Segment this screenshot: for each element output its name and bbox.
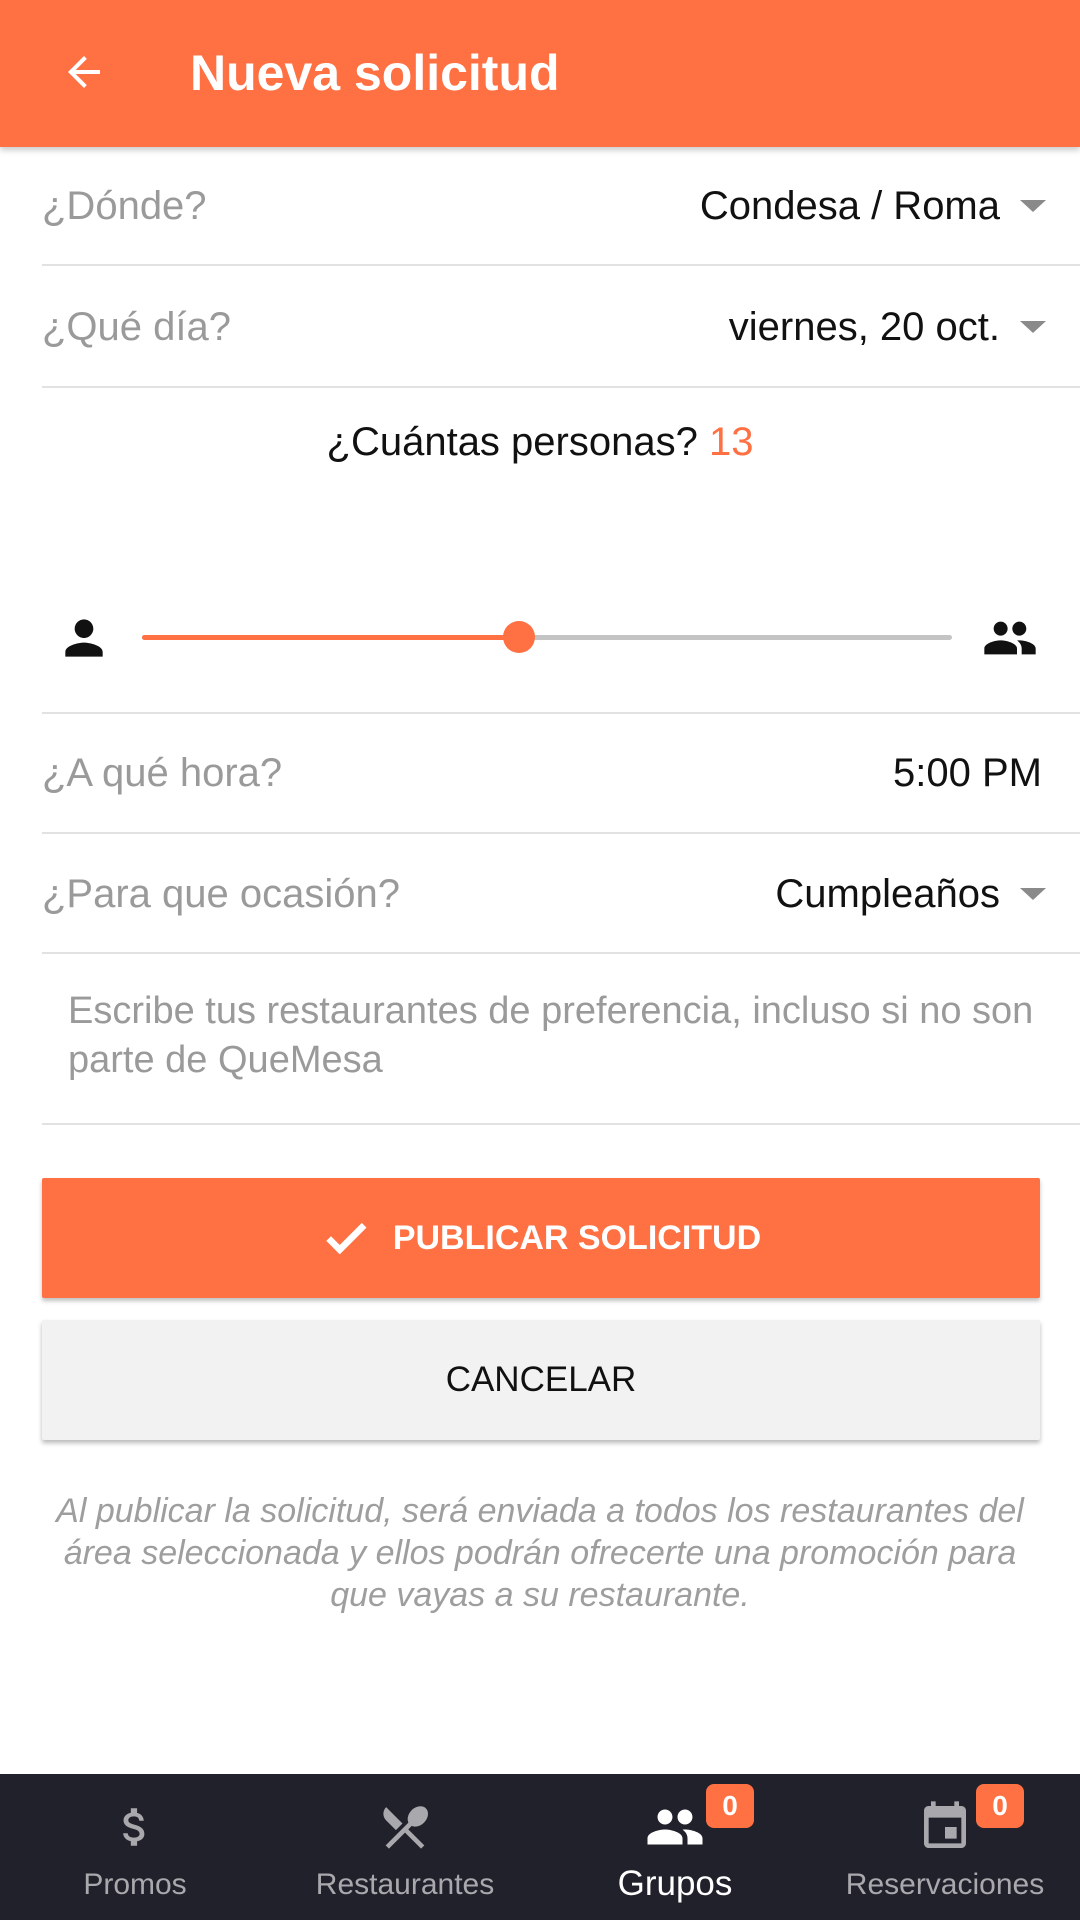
dropdown-arrow-icon <box>1020 888 1046 900</box>
location-value: Condesa / Roma <box>699 183 1000 228</box>
nav-item-grupos[interactable]: 0 Grupos <box>540 1774 810 1920</box>
people-count: 13 <box>708 420 754 464</box>
group-icon <box>540 1796 810 1858</box>
disclaimer-text: Al publicar la solicitud, será enviada a… <box>56 1492 1024 1614</box>
time-value: 5:00 PM <box>893 750 1042 795</box>
bottom-navigation: Promos Restaurantes 0 Grupos 0 Reservaci… <box>0 1774 1080 1920</box>
back-button[interactable] <box>52 40 116 104</box>
people-slider[interactable] <box>142 621 952 653</box>
reservaciones-badge: 0 <box>976 1784 1024 1828</box>
people-question: ¿Cuántas personas? 13 <box>0 420 1080 465</box>
grupos-badge: 0 <box>706 1784 754 1828</box>
page-title: Nueva solicitud <box>190 45 560 101</box>
day-label: ¿Qué día? <box>42 304 232 349</box>
dropdown-arrow-icon <box>1020 321 1046 333</box>
nav-label-reservaciones: Reservaciones <box>845 1868 1045 1901</box>
app-bar: Nueva solicitud <box>0 0 1080 147</box>
time-label: ¿A qué hora? <box>42 750 283 795</box>
person-icon <box>65 619 103 657</box>
nav-label-promos: Promos <box>83 1868 187 1901</box>
publish-request-button[interactable]: PUBLICAR SOLICITUD <box>42 1178 1040 1298</box>
dropdown-arrow-icon <box>1020 200 1046 212</box>
restaurants-preference-input[interactable] <box>68 987 1058 1107</box>
nav-item-reservaciones[interactable]: 0 Reservaciones <box>810 1774 1080 1920</box>
occasion-label: ¿Para que ocasión? <box>42 871 401 916</box>
nav-item-promos[interactable]: Promos <box>0 1774 270 1920</box>
check-icon <box>321 1213 371 1263</box>
nav-label-grupos: Grupos <box>617 1864 733 1903</box>
day-value: viernes, 20 oct. <box>728 304 1000 349</box>
people-slider-row <box>42 580 1080 714</box>
nav-item-restaurantes[interactable]: Restaurantes <box>270 1774 540 1920</box>
day-select[interactable]: ¿Qué día? viernes, 20 oct. <box>42 268 1080 388</box>
occasion-value: Cumpleaños <box>775 871 1000 916</box>
dollar-icon <box>0 1796 270 1858</box>
location-select[interactable]: ¿Dónde? Condesa / Roma <box>42 148 1080 266</box>
occasion-select[interactable]: ¿Para que ocasión? Cumpleaños <box>42 836 1080 954</box>
nav-label-restaurantes: Restaurantes <box>315 1868 495 1901</box>
cancel-button[interactable]: CANCELAR <box>42 1320 1040 1440</box>
people-label: ¿Cuántas personas? <box>326 420 698 464</box>
calendar-icon <box>810 1796 1080 1858</box>
group-icon <box>984 621 1036 655</box>
cancel-label: CANCELAR <box>445 1360 637 1399</box>
slider-fill <box>142 635 519 640</box>
location-label: ¿Dónde? <box>42 183 207 228</box>
time-picker[interactable]: ¿A qué hora? 5:00 PM <box>42 714 1080 834</box>
slider-thumb[interactable] <box>502 621 535 653</box>
utensils-icon <box>270 1796 540 1858</box>
arrow-back-icon <box>68 56 100 88</box>
publish-request-label: PUBLICAR SOLICITUD <box>392 1218 762 1257</box>
notes-field <box>42 955 1080 1125</box>
